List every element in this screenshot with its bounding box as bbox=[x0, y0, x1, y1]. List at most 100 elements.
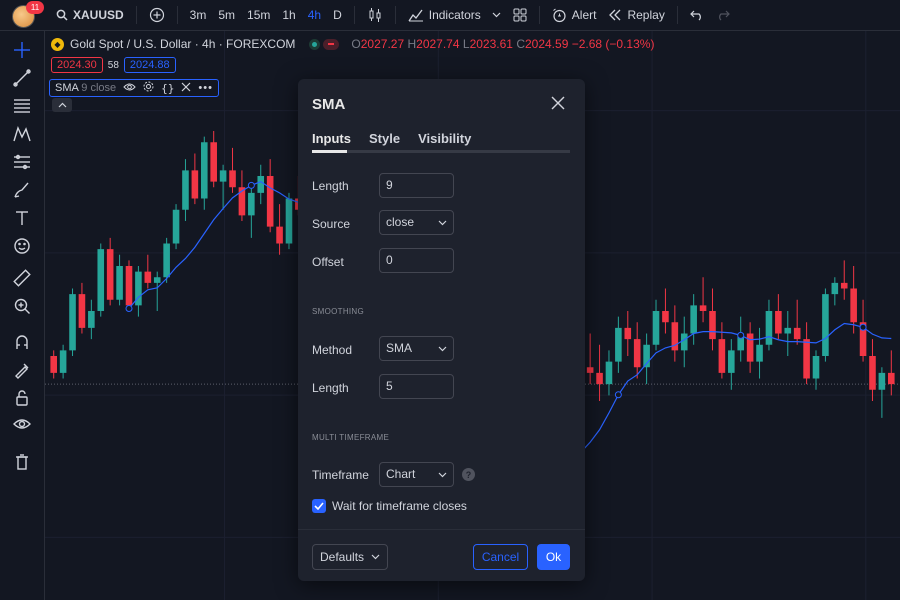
candle-body bbox=[78, 294, 86, 328]
compare-button[interactable] bbox=[143, 7, 171, 23]
smoothing-length-input[interactable]: 5 bbox=[379, 374, 454, 399]
ok-button[interactable]: Ok bbox=[537, 544, 570, 570]
indicator-name-text: SMA bbox=[55, 82, 79, 94]
candle-body bbox=[229, 170, 236, 188]
prediction-icon[interactable] bbox=[11, 151, 33, 173]
settings-gear-icon[interactable] bbox=[143, 81, 154, 95]
cancel-button[interactable]: Cancel bbox=[473, 544, 528, 570]
pattern-icon[interactable] bbox=[11, 123, 33, 145]
source-select[interactable]: close bbox=[379, 210, 454, 235]
wait-checkbox[interactable] bbox=[312, 499, 326, 513]
timeframe-select[interactable]: Chart bbox=[379, 462, 454, 487]
drawing-toolbar bbox=[0, 31, 45, 600]
timeframe-4h[interactable]: 4h bbox=[302, 8, 327, 22]
candle-body bbox=[285, 198, 293, 244]
symbol-label: XAUUSD bbox=[73, 8, 124, 22]
undo-button[interactable] bbox=[684, 9, 710, 21]
indicator-legend-row[interactable]: SMA 9 close {} ••• bbox=[49, 79, 219, 97]
alert-button[interactable]: Alert bbox=[546, 8, 603, 23]
defaults-button[interactable]: Defaults bbox=[312, 544, 388, 570]
eye-icon[interactable] bbox=[123, 82, 136, 95]
eye-icon[interactable] bbox=[11, 413, 33, 435]
bid-ask-tags: 2024.30 58 2024.88 bbox=[51, 57, 176, 73]
indicators-button[interactable]: Indicators bbox=[402, 8, 507, 22]
offset-input[interactable]: 0 bbox=[379, 248, 454, 273]
method-label: Method bbox=[312, 343, 353, 357]
replay-button[interactable]: Replay bbox=[602, 8, 670, 22]
templates-button[interactable] bbox=[507, 8, 533, 22]
candle-body bbox=[586, 367, 594, 373]
alert-label: Alert bbox=[571, 8, 597, 22]
method-select[interactable]: SMA bbox=[379, 336, 454, 361]
divider bbox=[135, 6, 137, 24]
checkmark-icon bbox=[314, 502, 324, 510]
market-status-icon bbox=[309, 38, 340, 50]
timeframe-5m[interactable]: 5m bbox=[212, 8, 241, 22]
candle-body bbox=[822, 294, 829, 356]
change-value: −2.68 (−0.13%) bbox=[571, 37, 655, 51]
sma-point bbox=[247, 181, 255, 189]
zoom-icon[interactable] bbox=[11, 295, 33, 317]
sma-point bbox=[125, 305, 133, 312]
chevron-down-icon bbox=[371, 554, 380, 560]
symbol-search-button[interactable]: XAUUSD bbox=[50, 8, 130, 22]
divider bbox=[394, 6, 396, 24]
trash-icon[interactable] bbox=[11, 451, 33, 473]
sma-point bbox=[737, 331, 745, 339]
candle-body bbox=[888, 372, 895, 385]
close-icon[interactable] bbox=[551, 96, 567, 112]
magnet-icon[interactable] bbox=[11, 331, 33, 353]
chart-type-button[interactable] bbox=[361, 7, 389, 23]
candle-body bbox=[69, 294, 76, 351]
bid-price[interactable]: 2024.30 bbox=[51, 57, 103, 73]
fib-icon[interactable] bbox=[11, 95, 33, 117]
emoji-icon[interactable] bbox=[11, 235, 33, 257]
help-icon[interactable]: ? bbox=[462, 468, 475, 481]
dialog-title: SMA bbox=[312, 96, 346, 113]
candle-body bbox=[172, 209, 180, 244]
candle-body bbox=[257, 176, 265, 193]
timeframe-D[interactable]: D bbox=[327, 8, 348, 22]
timeframe-1h[interactable]: 1h bbox=[276, 8, 301, 22]
remove-icon[interactable] bbox=[181, 82, 191, 95]
candle-body bbox=[784, 327, 792, 334]
text-icon[interactable] bbox=[11, 207, 33, 229]
ruler-icon[interactable] bbox=[11, 267, 33, 289]
candle-body bbox=[88, 311, 95, 328]
candle-body bbox=[765, 311, 773, 345]
candle-body bbox=[219, 170, 227, 182]
candle-body bbox=[50, 356, 57, 373]
indicator-settings-dialog: SMA Inputs Style Visibility Length 9 Sou… bbox=[298, 79, 585, 581]
candle-body bbox=[153, 277, 161, 283]
source-code-icon[interactable]: {} bbox=[161, 82, 174, 95]
timeframe-3m[interactable]: 3m bbox=[184, 8, 213, 22]
timeframe-15m[interactable]: 15m bbox=[241, 8, 276, 22]
indicator-name: SMA 9 close bbox=[55, 82, 116, 94]
smoothing-length-label: Length bbox=[312, 381, 349, 395]
candle-body bbox=[793, 327, 801, 340]
ask-price[interactable]: 2024.88 bbox=[123, 57, 176, 73]
brush-icon[interactable] bbox=[11, 179, 33, 201]
lock-icon[interactable] bbox=[11, 387, 33, 409]
chart-legend: ◆ Gold Spot / U.S. Dollar · 4h · FOREXCO… bbox=[51, 37, 654, 51]
redo-button[interactable] bbox=[710, 9, 736, 21]
trend-line-icon[interactable] bbox=[11, 67, 33, 89]
candle-body bbox=[840, 282, 848, 289]
divider bbox=[353, 6, 355, 24]
candle-body bbox=[709, 311, 716, 340]
length-input[interactable]: 9 bbox=[379, 173, 454, 198]
gold-logo-icon: ◆ bbox=[51, 37, 64, 51]
lock-drawing-icon[interactable] bbox=[11, 359, 33, 381]
candle-body bbox=[125, 266, 133, 306]
more-icon[interactable]: ••• bbox=[198, 82, 213, 94]
candle-body bbox=[276, 226, 283, 244]
crosshair-icon[interactable] bbox=[11, 39, 33, 61]
chevron-down-icon bbox=[492, 12, 501, 18]
collapse-legend-button[interactable] bbox=[52, 98, 72, 112]
source-value: close bbox=[386, 215, 415, 229]
candle-body bbox=[633, 339, 641, 368]
search-icon bbox=[56, 9, 68, 21]
candle-body bbox=[200, 142, 208, 199]
candle-body bbox=[144, 271, 152, 283]
candle-body bbox=[248, 192, 255, 216]
